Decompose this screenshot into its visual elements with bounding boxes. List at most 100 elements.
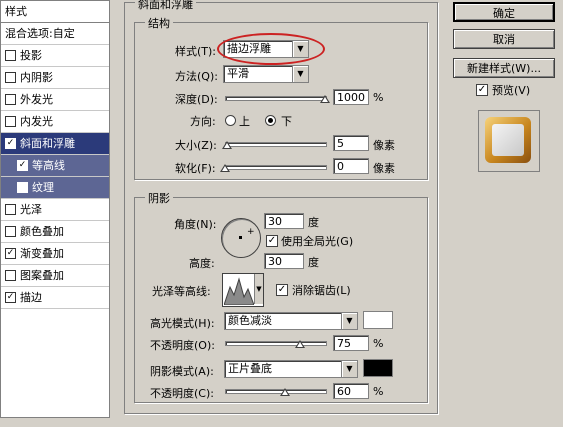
style-list-label: 颜色叠加 (20, 225, 64, 238)
chevron-down-icon: ▼ (341, 361, 357, 377)
structure-title: 结构 (145, 15, 173, 31)
highlight-opacity-unit: % (373, 337, 384, 350)
soften-unit: 像素 (373, 162, 395, 175)
shadow-mode-select[interactable]: 正片叠底 ▼ (224, 360, 358, 378)
soften-slider-handle[interactable] (220, 164, 230, 172)
shadow-opacity-label: 不透明度(C): (150, 387, 214, 400)
ok-button[interactable]: 确定 (453, 2, 555, 22)
style-checkbox[interactable]: ✓ (5, 137, 16, 149)
global-light-checkbox[interactable]: ✓ (266, 235, 278, 247)
style-checkbox[interactable] (5, 269, 16, 281)
style-list-label: 混合选项:自定 (5, 27, 75, 40)
style-checkbox[interactable] (5, 225, 16, 237)
global-light-label: 使用全局光(G) (281, 235, 354, 248)
style-list-item[interactable]: 纹理 (1, 177, 109, 199)
new-style-button[interactable]: 新建样式(W)... (453, 58, 555, 78)
shadow-opacity-input[interactable]: 60 (333, 383, 369, 399)
style-list-label: 等高线 (32, 159, 65, 172)
highlight-opacity-slider-handle[interactable] (295, 340, 305, 348)
style-list-item[interactable]: 颜色叠加 (1, 221, 109, 243)
shadow-opacity-slider-handle[interactable] (280, 388, 290, 396)
altitude-input[interactable]: 30 (264, 253, 304, 269)
antialias-checkbox[interactable]: ✓ (276, 284, 288, 296)
shadow-color-swatch[interactable] (363, 359, 393, 377)
highlight-mode-label: 高光模式(H): (150, 317, 215, 330)
style-list-item[interactable]: 投影 (1, 45, 109, 67)
style-list-label: 投影 (20, 49, 42, 62)
altitude-label: 高度: (189, 257, 215, 270)
direction-down-radio[interactable] (265, 115, 276, 126)
altitude-unit: 度 (308, 256, 319, 269)
style-checkbox[interactable] (17, 181, 28, 193)
depth-slider-handle[interactable] (320, 95, 330, 103)
highlight-color-swatch[interactable] (363, 311, 393, 329)
style-list-label: 外发光 (20, 93, 53, 106)
style-checkbox[interactable] (5, 49, 16, 61)
highlight-opacity-input[interactable]: 75 (333, 335, 369, 351)
style-list-header: 样式 (1, 1, 109, 23)
chevron-down-icon: ▼ (254, 274, 263, 304)
depth-input[interactable]: 1000 (333, 89, 369, 105)
style-list-item[interactable]: 内发光 (1, 111, 109, 133)
style-list-item[interactable]: ✓ 描边 (1, 287, 109, 309)
shadow-opacity-unit: % (373, 385, 384, 398)
style-checkbox[interactable] (5, 71, 16, 83)
style-list-label: 纹理 (32, 181, 54, 194)
style-list: 样式 混合选项:自定投影内阴影外发光内发光 ✓ 斜面和浮雕 ✓ 等高线纹理光泽颜色叠加 ✓… (0, 0, 110, 418)
soften-slider-track[interactable] (225, 165, 327, 170)
style-list-label: 图案叠加 (20, 269, 64, 282)
preview-checkbox[interactable]: ✓ (476, 84, 488, 96)
style-checkbox[interactable] (5, 93, 16, 105)
direction-up-radio[interactable] (225, 115, 236, 126)
shading-title: 阴影 (145, 190, 173, 206)
depth-label: 深度(D): (175, 93, 218, 106)
depth-slider-track[interactable] (225, 96, 327, 101)
style-list-item[interactable]: 图案叠加 (1, 265, 109, 287)
highlight-mode-select[interactable]: 颜色减淡 ▼ (224, 312, 358, 330)
style-list-item[interactable]: 光泽 (1, 199, 109, 221)
angle-dial[interactable]: + (221, 218, 261, 258)
highlight-opacity-slider-track[interactable] (225, 341, 327, 346)
angle-label: 角度(N): (174, 218, 217, 231)
style-checkbox[interactable] (5, 203, 16, 215)
style-list-item[interactable]: 内阴影 (1, 67, 109, 89)
style-list-label: 光泽 (20, 203, 42, 216)
angle-unit: 度 (308, 216, 319, 229)
gloss-contour-label: 光泽等高线: (152, 285, 211, 298)
style-checkbox[interactable]: ✓ (5, 247, 16, 259)
size-slider-handle[interactable] (222, 141, 232, 149)
style-list-item[interactable]: ✓ 斜面和浮雕 (1, 133, 109, 155)
style-checkbox[interactable] (5, 115, 16, 127)
preview-thumbnail (478, 110, 540, 172)
style-checkbox[interactable]: ✓ (17, 159, 28, 171)
depth-unit: % (373, 91, 384, 104)
soften-input[interactable]: 0 (333, 158, 369, 174)
style-list-item[interactable]: 混合选项:自定 (1, 23, 109, 45)
soften-label: 软化(F): (175, 162, 216, 175)
style-checkbox[interactable]: ✓ (5, 291, 16, 303)
style-list-item[interactable]: ✓ 渐变叠加 (1, 243, 109, 265)
style-list-label: 内阴影 (20, 71, 53, 84)
gloss-contour-picker[interactable]: ▼ (222, 273, 264, 307)
style-list-label: 渐变叠加 (20, 247, 64, 260)
size-label: 大小(Z): (175, 139, 217, 152)
style-list-label: 斜面和浮雕 (20, 137, 75, 150)
shadow-opacity-slider-track[interactable] (225, 389, 327, 394)
antialias-label: 消除锯齿(L) (292, 284, 351, 297)
technique-select[interactable]: 平滑 ▼ (223, 65, 309, 83)
style-list-label: 内发光 (20, 115, 53, 128)
direction-up-label: 上 (239, 115, 250, 128)
cancel-button[interactable]: 取消 (453, 29, 555, 49)
size-input[interactable]: 5 (333, 135, 369, 151)
style-label: 样式(T): (175, 45, 217, 58)
style-list-label: 描边 (20, 291, 42, 304)
chevron-down-icon: ▼ (341, 313, 357, 329)
highlight-circle (217, 33, 325, 65)
contour-curve-icon (224, 277, 254, 305)
size-unit: 像素 (373, 139, 395, 152)
style-list-item[interactable]: ✓ 等高线 (1, 155, 109, 177)
preview-label: 预览(V) (492, 84, 531, 97)
size-slider-track[interactable] (225, 142, 327, 147)
style-list-item[interactable]: 外发光 (1, 89, 109, 111)
angle-input[interactable]: 30 (264, 213, 304, 229)
